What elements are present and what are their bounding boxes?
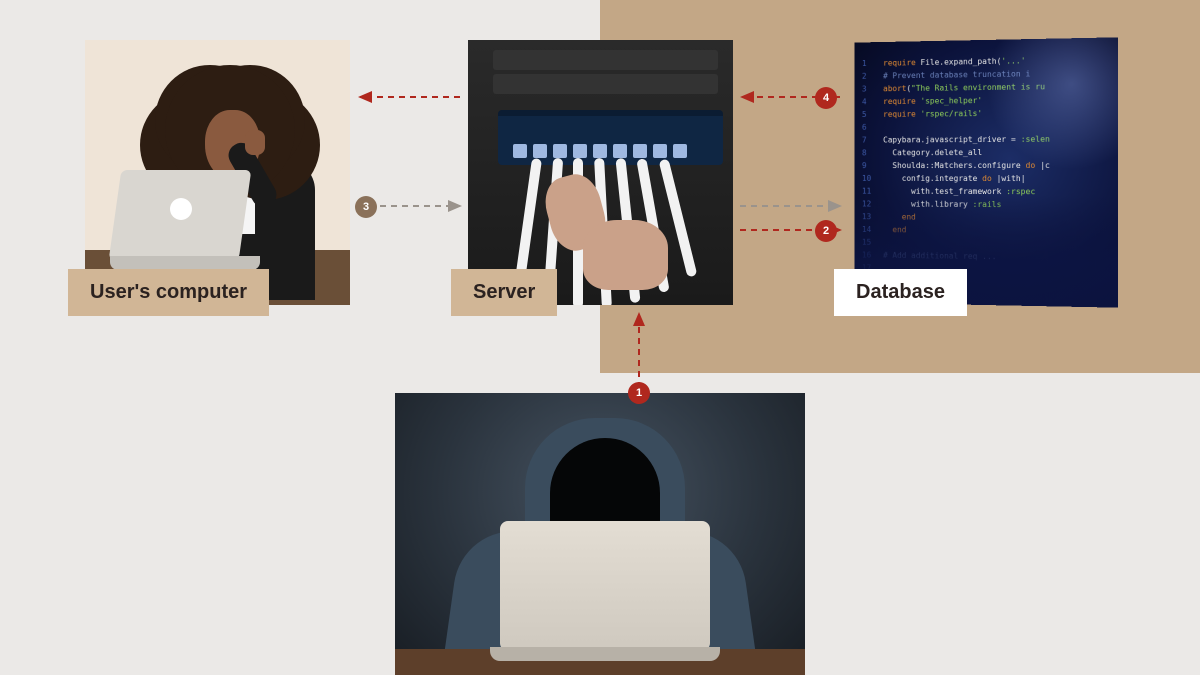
- step-badge-1: 1: [628, 382, 650, 404]
- step-badge-4: 4: [815, 87, 837, 109]
- node-user: [85, 40, 350, 305]
- label-server: Server: [451, 269, 557, 316]
- label-user: User's computer: [68, 269, 269, 316]
- node-server: [468, 40, 733, 305]
- step-badge-3: 3: [355, 196, 377, 218]
- step-badge-2: 2: [815, 220, 837, 242]
- server-photo: [468, 40, 733, 305]
- user-photo: [85, 40, 350, 305]
- label-database: Database: [834, 269, 967, 316]
- database-photo: 123456789101112131415161718 require File…: [854, 37, 1118, 307]
- node-hacker: [395, 393, 805, 675]
- node-database: 123456789101112131415161718 require File…: [851, 40, 1116, 305]
- hacker-photo: [395, 393, 805, 675]
